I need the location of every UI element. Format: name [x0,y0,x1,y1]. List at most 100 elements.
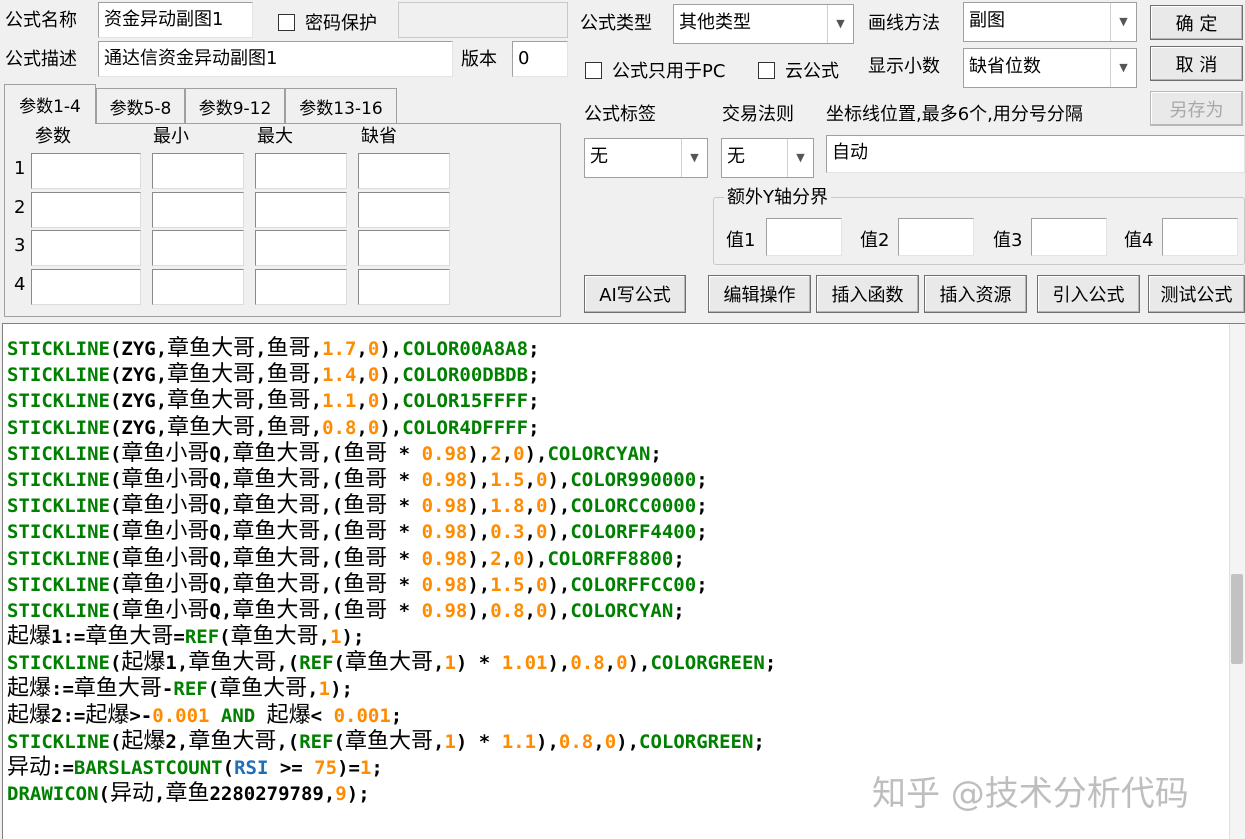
chevron-down-icon[interactable]: ▼ [827,5,853,43]
code-token: - [161,678,174,701]
code-token: (ZYG, [109,338,168,360]
checkbox-box[interactable] [585,61,602,79]
ai-write-formula-button[interactable]: AI写公式 [584,275,686,313]
code-token: 0.8 [558,730,594,753]
value3-input[interactable] [1031,218,1107,256]
value1-input[interactable] [766,218,842,256]
cloud-formula-checkbox[interactable]: 云公式 [758,57,839,83]
code-token: ( [109,573,122,596]
code-token: ), [547,495,571,518]
test-formula-button[interactable]: 测试公式 [1148,275,1245,313]
code-token: (ZYG, [109,416,168,439]
code-token: 0 [367,338,380,360]
value4-input[interactable] [1162,218,1238,256]
code-token: COLORGREEN [639,730,754,753]
param-4-default[interactable] [358,269,450,305]
param-2-name[interactable] [31,192,141,228]
formula-desc-input[interactable]: 通达信资金异动副图1 [98,41,453,77]
code-line: STICKLINE(章鱼小哥Q,章鱼大哥,(鱼哥 * 0.98),0.3,0),… [7,519,776,545]
param-3-default[interactable] [358,230,450,266]
pc-only-checkbox[interactable]: 公式只用于PC [585,57,725,83]
code-token: ; [528,364,540,387]
chevron-down-icon[interactable]: ▼ [1110,49,1136,87]
draw-method-select[interactable]: 副图 ▼ [963,2,1137,42]
chevron-down-icon[interactable]: ▼ [1110,3,1136,41]
draw-method-value: 副图 [969,10,1005,31]
code-token: STICKLINE [7,338,110,360]
code-token: ), [467,521,491,544]
checkbox-box[interactable] [278,13,295,31]
formula-tag-select[interactable]: 无 ▼ [584,138,708,178]
code-token: ); [330,678,353,701]
code-line: STICKLINE(起爆1,章鱼大哥,(REF(章鱼大哥,1) * 1.01),… [7,650,776,676]
code-token: 章鱼大哥 [73,676,162,702]
code-token: STICKLINE [7,573,110,596]
code-token: COLORFF8800 [547,547,674,570]
code-token: STICKLINE [7,730,110,753]
code-token: STICKLINE [7,416,110,439]
code-token: )= [337,757,360,779]
code-editor[interactable]: STICKLINE(ZYG,章鱼大哥,鱼哥,1.7,0),COLOR00A8A8… [2,323,1245,839]
code-token: >= [268,757,315,779]
code-token: 起爆 [85,702,130,728]
edit-ops-button[interactable]: 编辑操作 [708,275,811,313]
code-token: ; [696,468,708,491]
code-token: ), [467,442,491,465]
formula-type-select[interactable]: 其他类型 ▼ [673,4,854,44]
version-input[interactable]: 0 [512,41,568,77]
code-line: STICKLINE(ZYG,章鱼大哥,鱼哥,1.7,0),COLOR00A8A8… [7,336,776,362]
code-token: , [356,390,368,413]
param-4-name[interactable] [31,269,141,305]
param-3-name[interactable] [31,230,141,266]
code-token: 鱼哥 [343,466,388,492]
code-token: * [387,442,422,465]
param-2-min[interactable] [152,192,244,228]
param-3-max[interactable] [255,230,347,266]
chevron-down-icon[interactable]: ▼ [681,139,707,177]
value2-input[interactable] [898,218,974,256]
tab-params-1-4[interactable]: 参数1-4 [4,84,96,124]
insert-function-button[interactable]: 插入函数 [816,275,919,313]
param-1-name[interactable] [31,153,141,189]
decimals-value: 缺省位数 [969,56,1041,77]
code-token: ,( [320,442,344,465]
param-1-min[interactable] [152,153,244,189]
code-token: 0.8 [322,416,357,439]
code-token: ; [696,573,708,596]
decimals-select[interactable]: 缺省位数 ▼ [963,48,1137,88]
formula-name-input[interactable]: 资金异动副图1 [98,2,253,38]
chevron-down-icon[interactable]: ▼ [787,139,813,177]
trade-rule-select[interactable]: 无 ▼ [721,138,814,178]
code-token: COLORGREEN [650,652,765,675]
param-4-max[interactable] [255,269,347,305]
param-1-default[interactable] [358,153,450,189]
param-2-default[interactable] [358,192,450,228]
save-as-button[interactable]: 另存为 [1150,91,1243,126]
insert-resource-button[interactable]: 插入资源 [924,275,1027,313]
editor-scrollbar[interactable] [1229,324,1245,839]
password-protect-checkbox[interactable]: 密码保护 [278,9,377,35]
code-token: ( [109,468,122,491]
axis-position-input[interactable]: 自动 [826,135,1245,173]
tab-params-9-12[interactable]: 参数9-12 [185,88,285,124]
checkbox-box[interactable] [758,61,775,79]
scrollbar-thumb[interactable] [1231,574,1243,664]
ok-button[interactable]: 确 定 [1150,5,1243,40]
param-3-min[interactable] [152,230,244,266]
param-header-default: 缺省 [361,126,397,147]
tab-params-5-8[interactable]: 参数5-8 [96,88,185,124]
code-token: 章鱼小哥 [121,440,210,466]
param-header-name: 参数 [35,126,71,147]
code-token: ), [467,547,491,570]
param-2-max[interactable] [255,192,347,228]
param-1-max[interactable] [255,153,347,189]
param-4-min[interactable] [152,269,244,305]
code-token: 1.01 [501,652,548,675]
code-token: 鱼哥 [343,519,388,545]
tab-params-13-16[interactable]: 参数13-16 [285,88,397,124]
code-token: 章鱼小哥 [121,571,210,597]
cancel-button[interactable]: 取 消 [1150,46,1243,81]
code-token: 1 [330,626,342,649]
import-formula-button[interactable]: 引入公式 [1037,275,1140,313]
trade-rule-label: 交易法则 [722,104,794,125]
